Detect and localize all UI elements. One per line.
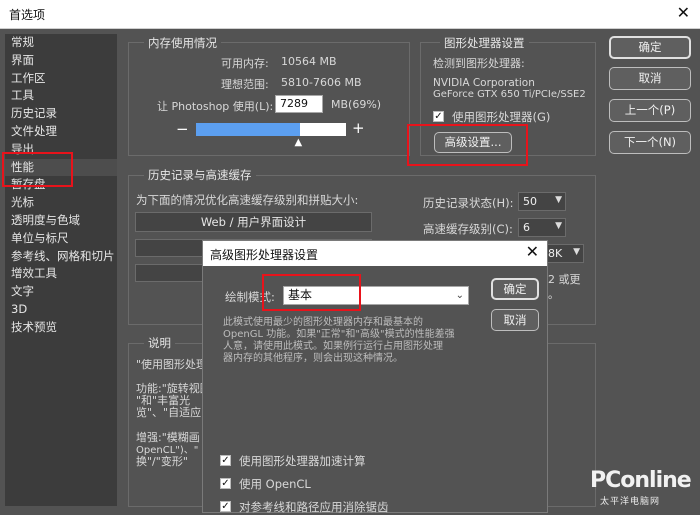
cache-levels-label: 高速缓存级别(C):	[423, 222, 513, 236]
gpu-model: GeForce GTX 650 Ti/PCIe/SSE2	[433, 89, 586, 100]
chevron-down-icon[interactable]: ▼	[555, 221, 562, 231]
use-gpu-checkbox[interactable]: ✓	[433, 111, 444, 122]
dialog-ok-button[interactable]: 确定	[491, 278, 539, 300]
memory-percent-suffix: MB(69%)	[331, 98, 382, 111]
advanced-gpu-dialog-titlebar: 高级图形处理器设置 ✕	[203, 241, 547, 266]
memory-slider[interactable]	[196, 123, 346, 136]
available-memory-label: 可用内存:	[221, 57, 269, 70]
use-gpu-label: 使用图形处理器(G)	[452, 110, 551, 124]
sidebar-item-guides-grid[interactable]: 参考线、网格和切片	[5, 248, 117, 266]
performance-highlight-box	[2, 152, 73, 187]
cache-note-fragment-2: 。	[548, 288, 559, 301]
gpu-settings-title: 图形处理器设置	[440, 35, 529, 51]
web-ui-design-option[interactable]: Web / 用户界面设计	[135, 212, 372, 232]
advanced-settings-highlight-box	[407, 124, 528, 166]
ideal-range-label: 理想范围:	[221, 78, 269, 91]
sidebar-item-plugins[interactable]: 增效工具	[5, 265, 117, 283]
drawing-mode-highlight-box	[262, 274, 361, 311]
let-photoshop-use-label: 让 Photoshop 使用(L):	[157, 100, 274, 113]
memory-increase-button[interactable]: +	[352, 119, 365, 137]
next-button[interactable]: 下一个(N)	[609, 131, 691, 154]
advanced-gpu-dialog: 高级图形处理器设置 ✕ 绘制模式: 基本 ⌄ 确定 取消 此模式使用最少的图形处…	[202, 240, 548, 514]
sidebar-item-history-log[interactable]: 历史记录	[5, 105, 117, 123]
opencl-checkbox[interactable]: ✓	[220, 478, 231, 489]
cache-tile-size-combo[interactable]: 8K ▼	[546, 244, 584, 263]
memory-usage-title: 内存使用情况	[144, 35, 221, 51]
gpu-compute-label: 使用图形处理器加速计算	[239, 454, 366, 468]
memory-slider-fill	[196, 123, 300, 136]
close-icon[interactable]: ✕	[526, 242, 539, 261]
cache-levels-combo[interactable]: 6 ▼	[518, 218, 566, 237]
sidebar-item-tech-preview[interactable]: 技术预览	[5, 319, 117, 337]
sidebar-item-cursors[interactable]: 光标	[5, 194, 117, 212]
window-titlebar: 首选项 ✕	[0, 0, 700, 29]
antialias-guides-label: 对参考线和路径应用消除锯齿	[239, 500, 389, 514]
preferences-sidebar: 常规 界面 工作区 工具 历史记录 文件处理 导出 性能 暂存盘 光标 透明度与…	[5, 34, 117, 506]
pconline-watermark-subtitle: 太平洋电脑网	[600, 497, 661, 507]
sidebar-item-3d[interactable]: 3D	[5, 301, 117, 319]
history-cache-title: 历史记录与高速缓存	[144, 167, 256, 183]
sidebar-item-workspace[interactable]: 工作区	[5, 70, 117, 88]
memory-slider-thumb[interactable]: ▲	[295, 137, 303, 148]
history-states-combo[interactable]: 50 ▼	[518, 192, 566, 211]
sidebar-item-transparency[interactable]: 透明度与色域	[5, 212, 117, 230]
description-line: 览"、"自适应	[136, 406, 202, 419]
sidebar-item-type[interactable]: 文字	[5, 283, 117, 301]
sidebar-item-file-handling[interactable]: 文件处理	[5, 123, 117, 141]
description-line: 换"/"变形"	[136, 455, 188, 468]
ideal-range-value: 5810-7606 MB	[281, 76, 362, 89]
sidebar-item-interface[interactable]: 界面	[5, 52, 117, 70]
chevron-down-icon[interactable]: ⌄	[456, 287, 464, 304]
gpu-vendor: NVIDIA Corporation	[433, 77, 535, 89]
previous-button[interactable]: 上一个(P)	[609, 99, 691, 122]
memory-amount-input[interactable]: 7289	[275, 95, 323, 113]
gpu-detected-label: 检测到图形处理器:	[433, 57, 525, 70]
window-title: 首选项	[9, 8, 46, 22]
opencl-label: 使用 OpenCL	[239, 477, 311, 491]
cancel-button[interactable]: 取消	[609, 67, 691, 90]
ok-button[interactable]: 确定	[609, 36, 691, 59]
history-states-value: 50	[523, 195, 537, 208]
sidebar-item-tools[interactable]: 工具	[5, 87, 117, 105]
antialias-guides-checkbox[interactable]: ✓	[220, 501, 231, 512]
chevron-down-icon[interactable]: ▼	[555, 195, 562, 205]
available-memory-value: 10564 MB	[281, 55, 337, 68]
cache-tile-size-value: 8K	[548, 247, 563, 260]
pconline-watermark: PConline	[590, 468, 692, 493]
history-states-label: 历史记录状态(H):	[423, 196, 514, 210]
sidebar-item-units-rulers[interactable]: 单位与标尺	[5, 230, 117, 248]
description-line: "使用图形处理	[136, 358, 208, 371]
close-icon[interactable]: ✕	[677, 3, 690, 22]
chevron-down-icon[interactable]: ▼	[573, 247, 580, 257]
cache-note-fragment: 2 或更	[548, 273, 581, 286]
cache-levels-value: 6	[523, 221, 530, 234]
description-title: 说明	[144, 335, 175, 351]
dialog-cancel-button[interactable]: 取消	[491, 309, 539, 331]
optimize-cache-label: 为下面的情况优化高速缓存级别和拼贴大小:	[136, 193, 359, 207]
sidebar-item-general[interactable]: 常规	[5, 34, 117, 52]
mode-description-line: 器内存的其他程序，则会出现这种情况。	[223, 353, 403, 364]
memory-decrease-button[interactable]: −	[176, 120, 189, 138]
advanced-gpu-dialog-title: 高级图形处理器设置	[210, 248, 319, 262]
gpu-compute-checkbox[interactable]: ✓	[220, 455, 231, 466]
